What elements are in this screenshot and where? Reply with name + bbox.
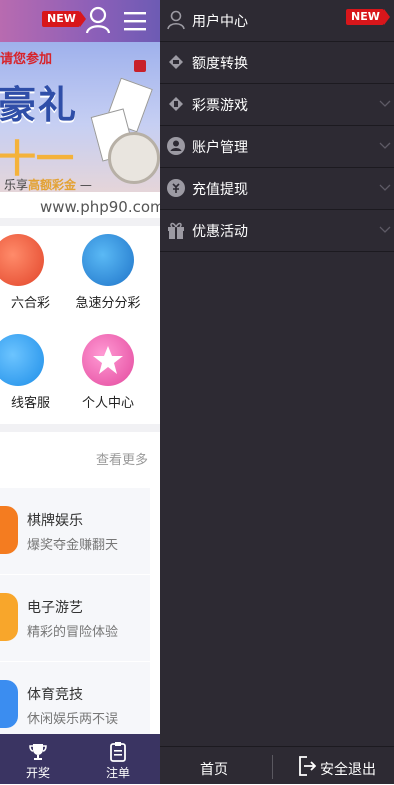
lottery-six-icon	[0, 234, 44, 286]
game-card-desc: 精彩的冒险体验	[27, 625, 119, 640]
chevron-down-icon	[379, 222, 391, 238]
menu-item-lottery[interactable]: 彩票游戏	[160, 84, 394, 126]
new-badge: NEW	[42, 11, 86, 27]
banner-tagline-prefix: 乐享	[4, 178, 29, 192]
personal-center-icon	[82, 334, 134, 386]
menu-item-label: 用户中心	[192, 14, 248, 30]
grid-item-label: 线客服	[10, 396, 50, 411]
chevron-down-icon	[379, 96, 391, 112]
grid-item-label: 六合彩	[10, 296, 50, 311]
divider	[272, 755, 273, 779]
wallet-icon	[166, 178, 186, 198]
see-more-link[interactable]: 查看更多	[96, 449, 148, 468]
menu-item-label: 充值提现	[192, 182, 248, 198]
slot-game-icon	[0, 593, 18, 641]
game-card-title: 体育竞技	[27, 687, 83, 703]
menu-item-user-center[interactable]: 用户中心 NEW	[160, 0, 394, 42]
game-card-desc: 休闲娱乐两不误	[27, 712, 119, 727]
game-card-electronic[interactable]: 电子游艺 精彩的冒险体验	[0, 575, 150, 661]
game-card-title: 棋牌娱乐	[27, 513, 83, 529]
menu-item-promotions[interactable]: 优惠活动	[160, 210, 394, 252]
user-icon	[166, 10, 186, 30]
gift-icon	[166, 220, 186, 240]
sports-icon	[0, 680, 18, 728]
main-page: NEW 请您参加 豪礼 十一 乐享高额彩金 — www.php90.com 六合…	[0, 0, 160, 784]
dice-image	[134, 60, 146, 72]
new-badge: NEW	[346, 9, 390, 25]
bottom-nav-results[interactable]: 开奖	[8, 734, 68, 784]
game-card-desc: 爆奖夺金赚翻天	[27, 538, 119, 553]
account-icon	[166, 136, 186, 156]
bottom-nav-orders[interactable]: 注单	[88, 734, 148, 784]
trophy-icon	[8, 742, 68, 762]
grid-item-lottery-six[interactable]: 六合彩	[0, 226, 50, 316]
logout-icon	[298, 755, 317, 781]
customer-service-icon	[0, 334, 44, 386]
chevron-down-icon	[379, 180, 391, 196]
game-card-chess[interactable]: 棋牌娱乐 爆奖夺金赚翻天	[0, 488, 150, 574]
menu-item-label: 账户管理	[192, 140, 248, 156]
promo-banner[interactable]: 请您参加 豪礼 十一 乐享高额彩金 —	[0, 42, 160, 192]
bottom-nav: 开奖 注单	[0, 734, 160, 784]
bottom-nav-label: 开奖	[25, 766, 50, 780]
grid-item-fast-lottery[interactable]: 急速分分彩	[68, 226, 148, 316]
banner-headline-2: 十一	[0, 137, 75, 181]
menu-item-label: 额度转换	[192, 56, 248, 72]
menu-item-transfer[interactable]: 额度转换	[160, 42, 394, 84]
grid-item-label: 个人中心	[81, 396, 134, 411]
user-icon[interactable]	[85, 6, 111, 38]
menu-item-label: 优惠活动	[192, 224, 248, 240]
divider	[0, 424, 160, 432]
grid-item-label: 急速分分彩	[75, 296, 141, 311]
bottom-nav-label: 注单	[105, 766, 130, 780]
watermark: www.php90.com	[40, 198, 160, 216]
drawer-footer: 首页 安全退出	[160, 746, 394, 785]
divider	[0, 218, 160, 226]
banner-slogan: 请您参加	[0, 52, 53, 67]
top-header: NEW	[0, 0, 160, 42]
game-card-title: 电子游艺	[27, 600, 83, 616]
chevron-down-icon	[379, 138, 391, 154]
menu-item-account[interactable]: 账户管理	[160, 126, 394, 168]
transfer-icon	[166, 52, 186, 72]
chess-cards-icon	[0, 506, 18, 554]
banner-tagline: 乐享高额彩金 —	[4, 176, 92, 192]
menu-item-label: 彩票游戏	[192, 98, 248, 114]
ticket-icon	[166, 94, 186, 114]
home-link[interactable]: 首页	[200, 759, 228, 779]
casino-chip-image	[108, 132, 160, 184]
fast-lottery-icon	[82, 234, 134, 286]
banner-headline-1: 豪礼	[0, 83, 79, 127]
side-drawer: 用户中心 NEW 额度转换 彩票游戏 账户管理 充值提现 优惠活动 首页 安全退…	[160, 0, 394, 784]
grid-item-personal-center[interactable]: 个人中心	[68, 326, 148, 416]
menu-item-deposit-withdraw[interactable]: 充值提现	[160, 168, 394, 210]
order-list-icon	[88, 742, 148, 762]
banner-tagline-highlight: 高额彩金	[28, 178, 77, 192]
grid-item-customer-service[interactable]: 线客服	[0, 326, 50, 416]
menu-icon[interactable]	[124, 11, 146, 35]
logout-label: 安全退出	[320, 762, 376, 778]
banner-tagline-suffix: —	[79, 178, 92, 192]
